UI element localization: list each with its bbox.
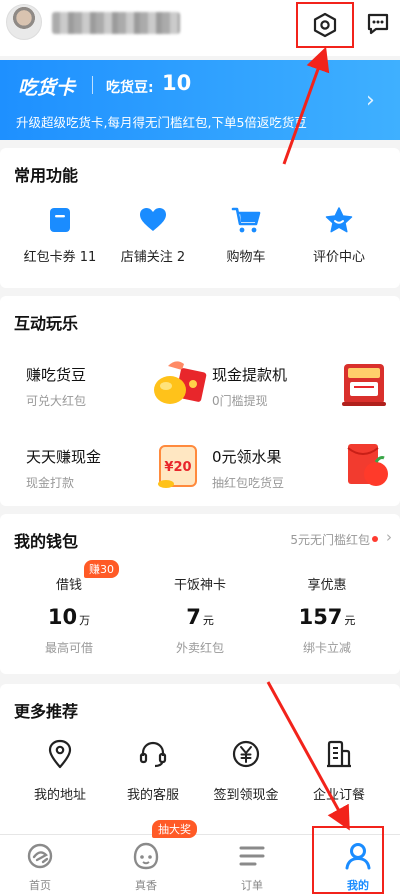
enterprise-order-label: 企业订餐 bbox=[312, 788, 365, 803]
game-title: 现金提款机 bbox=[212, 366, 288, 384]
my-address-entry[interactable]: 我的地址 bbox=[10, 738, 110, 803]
tab-home[interactable]: 首页 bbox=[0, 841, 80, 893]
wallet-promo-link[interactable]: 5元无门槛红包 bbox=[290, 531, 370, 548]
chevron-right-icon[interactable]: › bbox=[386, 528, 392, 546]
meal-card-entry[interactable]: 干饭神卡 7元 外卖红包 bbox=[135, 574, 265, 656]
card-description: 升级超级吃货卡,每月得无门槛红包,下单5倍返吃货豆 bbox=[16, 115, 307, 130]
more-recommendations-section: 更多推荐 我的地址 我的客服 签到领现金 企业订餐 bbox=[0, 684, 400, 854]
notification-dot bbox=[372, 536, 378, 542]
tab-fragrance[interactable]: 真香 bbox=[106, 841, 186, 893]
tab-orders[interactable]: 订单 bbox=[212, 841, 292, 893]
section-title: 互动玩乐 bbox=[14, 314, 79, 333]
settings-button[interactable] bbox=[296, 2, 354, 48]
game-title: 0元领水果 bbox=[212, 448, 282, 466]
game-subtitle: 现金打款 bbox=[26, 476, 75, 490]
coupons-label: 红包卡券 11 bbox=[23, 250, 97, 265]
person-icon bbox=[345, 843, 371, 870]
wallet-item-unit: 元 bbox=[344, 614, 356, 627]
coupon-icon bbox=[50, 208, 70, 232]
customer-service-label: 我的客服 bbox=[126, 788, 179, 803]
building-icon bbox=[327, 740, 351, 768]
loan-entry[interactable]: 借钱 10 万 最高可借 bbox=[4, 574, 134, 656]
chevron-right-icon: › bbox=[366, 88, 375, 113]
order-list-icon bbox=[239, 846, 265, 866]
wallet-item-value: 157 bbox=[298, 605, 343, 629]
review-center-entry[interactable]: 评价中心 bbox=[289, 204, 389, 265]
tab-label: 我的 bbox=[347, 879, 369, 892]
location-pin-icon bbox=[48, 739, 72, 769]
tab-label: 首页 bbox=[29, 879, 51, 892]
wallet-item-sub: 最高可借 bbox=[44, 641, 93, 655]
game-subtitle: 0门槛提现 bbox=[212, 394, 268, 408]
section-title: 更多推荐 bbox=[14, 702, 79, 721]
section-title: 我的钱包 bbox=[14, 532, 79, 551]
checkin-cash-label: 签到领现金 bbox=[213, 788, 279, 803]
cart-label: 购物车 bbox=[226, 250, 266, 265]
cash-machine-entry[interactable]: 现金提款机 0门槛提现 bbox=[212, 364, 400, 444]
my-address-label: 我的地址 bbox=[33, 788, 86, 803]
customer-service-entry[interactable]: 我的客服 bbox=[103, 738, 203, 803]
bottom-tab-bar: 首页 真香 订单 我的 bbox=[0, 834, 400, 896]
hexagon-settings-icon bbox=[313, 12, 337, 38]
divider bbox=[92, 76, 93, 94]
yen-coin-icon bbox=[232, 740, 260, 768]
wallet-item-value: 10 bbox=[47, 605, 78, 629]
game-title: 赚吃货豆 bbox=[26, 366, 87, 384]
tab-label: 订单 bbox=[241, 879, 263, 892]
message-button[interactable] bbox=[364, 10, 392, 38]
gold-bean-envelope-icon bbox=[154, 361, 207, 404]
wallet-section: 我的钱包 5元无门槛红包 › 赚30 借钱 10 万 最高可借 干饭神卡 7元 外… bbox=[0, 514, 400, 674]
svg-text:¥20: ¥20 bbox=[164, 460, 191, 475]
earn-beans-entry[interactable]: 赚吃货豆 可兑大红包 bbox=[26, 361, 216, 444]
wallet-item-name: 借钱 bbox=[55, 578, 82, 593]
wallet-item-sub: 外卖红包 bbox=[175, 641, 224, 655]
game-subtitle: 可兑大红包 bbox=[26, 394, 87, 408]
bean-value: 10 bbox=[162, 71, 192, 95]
cart-entry[interactable]: 购物车 bbox=[196, 204, 296, 265]
wallet-item-name: 干饭神卡 bbox=[173, 578, 226, 593]
wallet-item-value: 7 bbox=[186, 605, 201, 629]
card-name: 吃货卡 bbox=[18, 77, 76, 99]
chat-bubble-icon bbox=[367, 13, 389, 35]
home-logo-icon bbox=[27, 843, 53, 869]
lottery-badge[interactable]: 抽大奖 bbox=[152, 820, 197, 838]
coupons-entry[interactable]: 红包卡券 11 bbox=[10, 204, 110, 265]
section-title: 常用功能 bbox=[14, 166, 79, 185]
enterprise-order-entry[interactable]: 企业订餐 bbox=[289, 738, 389, 803]
fruit-envelope-icon bbox=[347, 444, 388, 486]
wallet-item-sub: 绑卡立减 bbox=[302, 641, 351, 655]
wallet-item-unit: 万 bbox=[79, 614, 91, 627]
review-center-label: 评价中心 bbox=[312, 250, 365, 265]
interactive-play-section: 互动玩乐 赚吃货豆 可兑大红包 现金提款机 0门槛提现 天天赚现金 现金打款 ¥… bbox=[0, 296, 400, 506]
followed-shops-entry[interactable]: 店铺关注 2 bbox=[103, 204, 203, 265]
tab-label: 真香 bbox=[135, 879, 157, 892]
cart-icon bbox=[231, 207, 261, 233]
wallet-item-unit: 元 bbox=[202, 614, 214, 627]
bean-label: 吃货豆: bbox=[106, 80, 154, 96]
game-title: 天天赚现金 bbox=[26, 448, 102, 466]
common-functions-section: 常用功能 红包卡券 11 店铺关注 2 购物车 评价中心 bbox=[0, 148, 400, 288]
heart-icon bbox=[140, 208, 166, 231]
star-icon bbox=[325, 207, 353, 233]
game-subtitle: 抽红包吃货豆 bbox=[212, 476, 285, 490]
fragrance-face-icon bbox=[133, 842, 159, 870]
checkin-cash-entry[interactable]: 签到领现金 bbox=[196, 738, 296, 803]
headset-icon bbox=[139, 741, 167, 768]
cash-coupon-icon: ¥20 bbox=[158, 445, 197, 488]
wallet-item-name: 享优惠 bbox=[307, 578, 347, 593]
discount-entry[interactable]: 享优惠 157 元 绑卡立减 bbox=[262, 574, 392, 656]
profile-header bbox=[0, 0, 400, 56]
avatar[interactable] bbox=[6, 4, 42, 40]
followed-shops-label: 店铺关注 2 bbox=[120, 250, 186, 265]
tab-mine[interactable]: 我的 bbox=[318, 841, 398, 893]
foodie-card-banner[interactable]: 吃货卡 吃货豆: 10 升级超级吃货卡,每月得无门槛红包,下单5倍返吃货豆 › bbox=[0, 60, 400, 140]
username-blurred bbox=[52, 12, 180, 34]
cash-machine-icon bbox=[342, 364, 386, 406]
